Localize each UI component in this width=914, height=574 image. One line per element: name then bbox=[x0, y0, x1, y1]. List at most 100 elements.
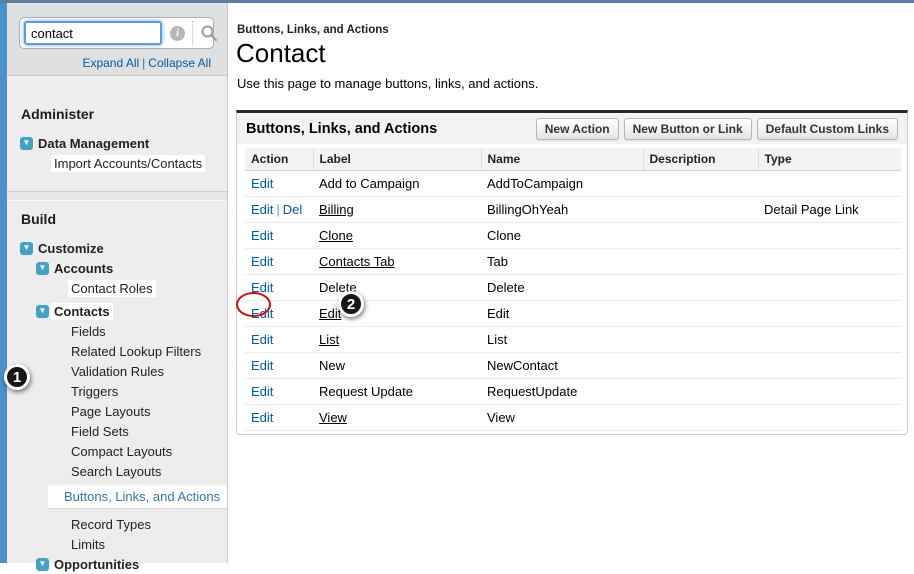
name-cell: RequestUpdate bbox=[481, 379, 643, 405]
sidebar-item-related-lookup-filters[interactable]: Related Lookup Filters bbox=[7, 341, 227, 361]
edit-link[interactable]: Edit bbox=[251, 254, 273, 269]
column-header-type: Type bbox=[758, 148, 901, 171]
sidebar-item-opportunities[interactable]: ▼ Opportunities bbox=[7, 554, 227, 574]
edit-link[interactable]: Edit bbox=[251, 202, 273, 217]
left-accent-strip bbox=[0, 0, 7, 563]
section-divider bbox=[7, 191, 227, 201]
table-row: Edit Contacts Tab Tab bbox=[245, 249, 901, 275]
page-title: Contact bbox=[236, 38, 326, 69]
sidebar-item-accounts[interactable]: ▼ Accounts bbox=[7, 258, 227, 278]
label-link[interactable]: Clone bbox=[319, 228, 353, 243]
section-buttons: New Action New Button or Link Default Cu… bbox=[536, 118, 898, 140]
label-link[interactable]: Contacts Tab bbox=[319, 254, 395, 269]
table-row: Edit New NewContact bbox=[245, 353, 901, 379]
type-cell bbox=[758, 275, 901, 301]
sidebar-item-contacts[interactable]: ▼ Contacts bbox=[7, 301, 227, 321]
info-icon[interactable]: i bbox=[170, 26, 185, 41]
name-cell: List bbox=[481, 327, 643, 353]
description-cell bbox=[643, 379, 758, 405]
description-cell bbox=[643, 171, 758, 197]
chevron-down-icon[interactable]: ▼ bbox=[36, 305, 49, 318]
sidebar-item-data-management[interactable]: ▼ Data Management bbox=[7, 133, 227, 153]
sidebar-item-buttons-links-actions-selected[interactable]: Buttons, Links, and Actions bbox=[48, 485, 227, 509]
edit-link[interactable]: Edit bbox=[251, 384, 273, 399]
sidebar-item-field-sets[interactable]: Field Sets bbox=[7, 421, 227, 441]
edit-link[interactable]: Edit bbox=[251, 358, 273, 373]
page-eyebrow: Buttons, Links, and Actions bbox=[237, 24, 389, 36]
table-row: Edit Request Update RequestUpdate bbox=[245, 379, 901, 405]
type-cell bbox=[758, 249, 901, 275]
name-cell: BillingOhYeah bbox=[481, 197, 643, 223]
type-cell bbox=[758, 223, 901, 249]
links-separator: | bbox=[142, 56, 145, 70]
label-text: Request Update bbox=[319, 384, 413, 399]
search-box: i bbox=[19, 17, 214, 49]
sidebar-item-customize[interactable]: ▼ Customize bbox=[7, 238, 227, 258]
name-cell: Delete bbox=[481, 275, 643, 301]
new-action-button[interactable]: New Action bbox=[536, 118, 619, 140]
edit-link[interactable]: Edit bbox=[251, 228, 273, 243]
type-cell bbox=[758, 327, 901, 353]
buttons-links-actions-table: Action Label Name Description Type Edit … bbox=[245, 148, 901, 431]
search-icon[interactable] bbox=[200, 24, 218, 42]
step-2-badge: 2 bbox=[338, 291, 364, 317]
table-row: Edit List List bbox=[245, 327, 901, 353]
description-cell bbox=[643, 301, 758, 327]
sidebar-item-fields[interactable]: Fields bbox=[7, 321, 227, 341]
chevron-down-icon[interactable]: ▼ bbox=[20, 242, 33, 255]
label-link[interactable]: List bbox=[319, 332, 339, 347]
highlight-circle-annotation bbox=[236, 292, 271, 317]
table-header-row: Action Label Name Description Type bbox=[245, 148, 901, 171]
edit-link[interactable]: Edit bbox=[251, 410, 273, 425]
table-row: Edit Clone Clone bbox=[245, 223, 901, 249]
expand-all-link[interactable]: Expand All bbox=[82, 56, 139, 70]
description-cell bbox=[643, 405, 758, 431]
sidebar-item-compact-layouts[interactable]: Compact Layouts bbox=[7, 441, 227, 461]
edit-link[interactable]: Edit bbox=[251, 176, 273, 191]
main-content: Buttons, Links, and Actions Contact Use … bbox=[228, 3, 914, 563]
type-cell bbox=[758, 301, 901, 327]
type-cell bbox=[758, 171, 901, 197]
column-header-action: Action bbox=[245, 148, 313, 171]
sidebar-item-search-layouts[interactable]: Search Layouts bbox=[7, 461, 227, 481]
page-description: Use this page to manage buttons, links, … bbox=[237, 76, 538, 91]
chevron-down-icon[interactable]: ▼ bbox=[36, 558, 49, 571]
default-custom-links-button[interactable]: Default Custom Links bbox=[757, 118, 898, 140]
chevron-down-icon[interactable]: ▼ bbox=[20, 137, 33, 150]
new-button-or-link-button[interactable]: New Button or Link bbox=[624, 118, 752, 140]
edit-link[interactable]: Edit bbox=[251, 332, 273, 347]
links-separator: | bbox=[276, 202, 279, 217]
sidebar-item-limits[interactable]: Limits bbox=[7, 534, 227, 554]
sidebar-item-validation-rules[interactable]: Validation Rules bbox=[7, 361, 227, 381]
sidebar-item-triggers[interactable]: Triggers bbox=[7, 381, 227, 401]
nav-heading-administer: Administer bbox=[7, 106, 227, 122]
sidebar-item-import-accounts-contacts[interactable]: Import Accounts/Contacts bbox=[7, 153, 227, 173]
nav-heading-build: Build bbox=[7, 211, 227, 227]
setup-search-input[interactable] bbox=[24, 21, 162, 45]
window-top-bar bbox=[0, 0, 914, 3]
label-text: Add to Campaign bbox=[319, 176, 419, 191]
name-cell: Edit bbox=[481, 301, 643, 327]
sidebar-item-page-layouts[interactable]: Page Layouts bbox=[7, 401, 227, 421]
sidebar-item-contact-roles[interactable]: Contact Roles bbox=[7, 278, 227, 298]
label-link[interactable]: View bbox=[319, 410, 347, 425]
del-link[interactable]: Del bbox=[283, 202, 303, 217]
step-1-badge: 1 bbox=[4, 364, 30, 390]
column-header-name: Name bbox=[481, 148, 643, 171]
type-cell bbox=[758, 379, 901, 405]
chevron-down-icon[interactable]: ▼ bbox=[36, 262, 49, 275]
name-cell: NewContact bbox=[481, 353, 643, 379]
label-text: New bbox=[319, 358, 345, 373]
name-cell: AddToCampaign bbox=[481, 171, 643, 197]
description-cell bbox=[643, 275, 758, 301]
sidebar-search-panel: i Expand All|Collapse All bbox=[7, 3, 227, 76]
sidebar-item-record-types[interactable]: Record Types bbox=[7, 514, 227, 534]
table-row: Edit Add to Campaign AddToCampaign bbox=[245, 171, 901, 197]
section-header: Buttons, Links, and Actions New Action N… bbox=[237, 113, 907, 144]
label-link[interactable]: Billing bbox=[319, 202, 354, 217]
tree-controls: Expand All|Collapse All bbox=[13, 56, 220, 70]
name-cell: View bbox=[481, 405, 643, 431]
name-cell: Clone bbox=[481, 223, 643, 249]
table-row: Edit View View bbox=[245, 405, 901, 431]
collapse-all-link[interactable]: Collapse All bbox=[148, 56, 211, 70]
